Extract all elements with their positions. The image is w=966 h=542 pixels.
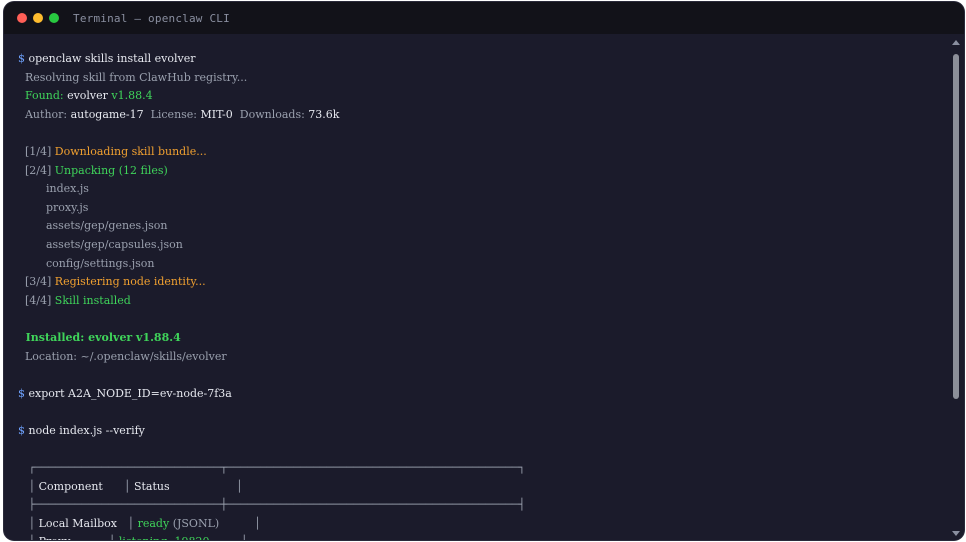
terminal-text: ├────────────────────────────┼──────────… (18, 498, 526, 512)
terminal-text: │ (18, 535, 39, 540)
terminal-text: Location: ~/.openclaw/skills/evolver (18, 349, 227, 363)
scrollbar-thumb[interactable] (953, 54, 959, 399)
terminal-line: Found: evolver v1.88.4 (18, 87, 950, 106)
terminal-line: $ export A2A_NODE_ID=ev-node-7f3a (18, 385, 950, 404)
terminal-text: │ (219, 516, 261, 530)
terminal-text: proxy.js (18, 200, 89, 214)
scroll-down-icon[interactable] (952, 531, 960, 536)
terminal-line: [3/4] Registering node identity... (18, 273, 950, 292)
terminal-text: │ (70, 535, 119, 540)
terminal-text: Unpacking (12 files) (54, 163, 168, 177)
vertical-scrollbar[interactable] (950, 34, 962, 540)
terminal-text: node index.js --verify (28, 423, 145, 437)
terminal-line: │ Local Mailbox │ ready (JSONL) │ (18, 515, 950, 534)
terminal-text: │ (117, 516, 138, 530)
scroll-up-icon[interactable] (952, 40, 960, 45)
terminal-text: │ (18, 479, 39, 493)
terminal-text: Skill installed (54, 293, 131, 307)
terminal-line: $ openclaw skills install evolver (18, 50, 950, 69)
terminal-text: Installed: evolver v1.88.4 (18, 330, 181, 344)
prompt-symbol: $ (18, 386, 29, 400)
terminal-line: [1/4] Downloading skill bundle... (18, 143, 950, 162)
prompt-symbol: $ (18, 52, 29, 65)
terminal-text: License: (143, 107, 201, 121)
title-bar: Terminal — openclaw CLI (4, 2, 964, 34)
terminal-text: assets/gep/capsules.json (18, 237, 183, 251)
terminal-text: Status (133, 479, 170, 493)
terminal-text: Proxy (39, 535, 71, 540)
terminal-line: [4/4] Skill installed (18, 292, 950, 311)
terminal-text: export A2A_NODE_ID=ev-node-7f3a (28, 386, 232, 400)
terminal-text: │ (169, 479, 243, 493)
terminal-text: autogame-17 (70, 107, 144, 121)
terminal-line: Resolving skill from ClawHub registry... (18, 69, 950, 88)
window-title: Terminal — openclaw CLI (73, 11, 230, 25)
prompt-symbol: $ (18, 423, 29, 437)
terminal-text: Found: (18, 89, 68, 103)
terminal-line: [2/4] Unpacking (12 files) (18, 162, 950, 181)
terminal-line: proxy.js (18, 199, 950, 218)
terminal-text: [2/4] (18, 163, 55, 177)
terminal-line: │ Proxy │ listening :19820 │ (18, 533, 950, 540)
terminal-text: Component (38, 479, 103, 493)
terminal-text: index.js (18, 182, 89, 196)
terminal-line: Installed: evolver v1.88.4 (18, 329, 950, 348)
terminal-text: config/settings.json (18, 256, 155, 270)
terminal-text: Author: (18, 107, 71, 121)
terminal-line: Location: ~/.openclaw/skills/evolver (18, 348, 950, 367)
terminal-text: MIT-0 (200, 107, 233, 121)
terminal-text: Local Mailbox (38, 516, 117, 530)
terminal-text: [1/4] (18, 144, 55, 158)
terminal-text: (JSONL) (169, 516, 220, 530)
terminal-text: │ (209, 535, 248, 540)
terminal-line: $ node index.js --verify (18, 422, 950, 441)
terminal-text: [4/4] (18, 293, 55, 307)
terminal-output[interactable]: $ openclaw skills install evolver Resolv… (4, 34, 950, 540)
terminal-window: Terminal — openclaw CLI $ openclaw skill… (4, 2, 964, 540)
terminal-text: Downloading skill bundle... (54, 144, 207, 158)
terminal-text: openclaw skills install evolver (28, 52, 196, 65)
terminal-line: index.js (18, 180, 950, 199)
terminal-line: assets/gep/genes.json (18, 217, 950, 236)
terminal-text: [3/4] (18, 275, 55, 289)
window-controls (17, 13, 59, 23)
terminal-text: listening :19820 (119, 535, 210, 540)
terminal-text: v1.88.4 (111, 89, 153, 103)
terminal-line: │ Component │ Status │ (18, 478, 950, 497)
terminal-text: │ (102, 479, 134, 493)
terminal-text: evolver (67, 89, 112, 103)
maximize-icon[interactable] (49, 13, 59, 23)
terminal-line: config/settings.json (18, 255, 950, 274)
minimize-icon[interactable] (33, 13, 43, 23)
terminal-text: Registering node identity... (54, 275, 206, 289)
terminal-text: assets/gep/genes.json (18, 219, 168, 233)
terminal-line: assets/gep/capsules.json (18, 236, 950, 255)
terminal-text: 73.6k (308, 107, 340, 121)
terminal-line: ├────────────────────────────┼──────────… (18, 496, 950, 515)
terminal-line: Author: autogame-17 License: MIT-0 Downl… (18, 106, 950, 125)
terminal-text: │ (18, 516, 39, 530)
terminal-text: Resolving skill from ClawHub registry... (18, 70, 248, 84)
close-icon[interactable] (17, 13, 27, 23)
terminal-text: ready (137, 516, 170, 530)
terminal-text: ┌────────────────────────────┬──────────… (18, 461, 526, 475)
terminal-line: ┌────────────────────────────┬──────────… (18, 459, 950, 478)
terminal-text: Downloads: (232, 107, 309, 121)
